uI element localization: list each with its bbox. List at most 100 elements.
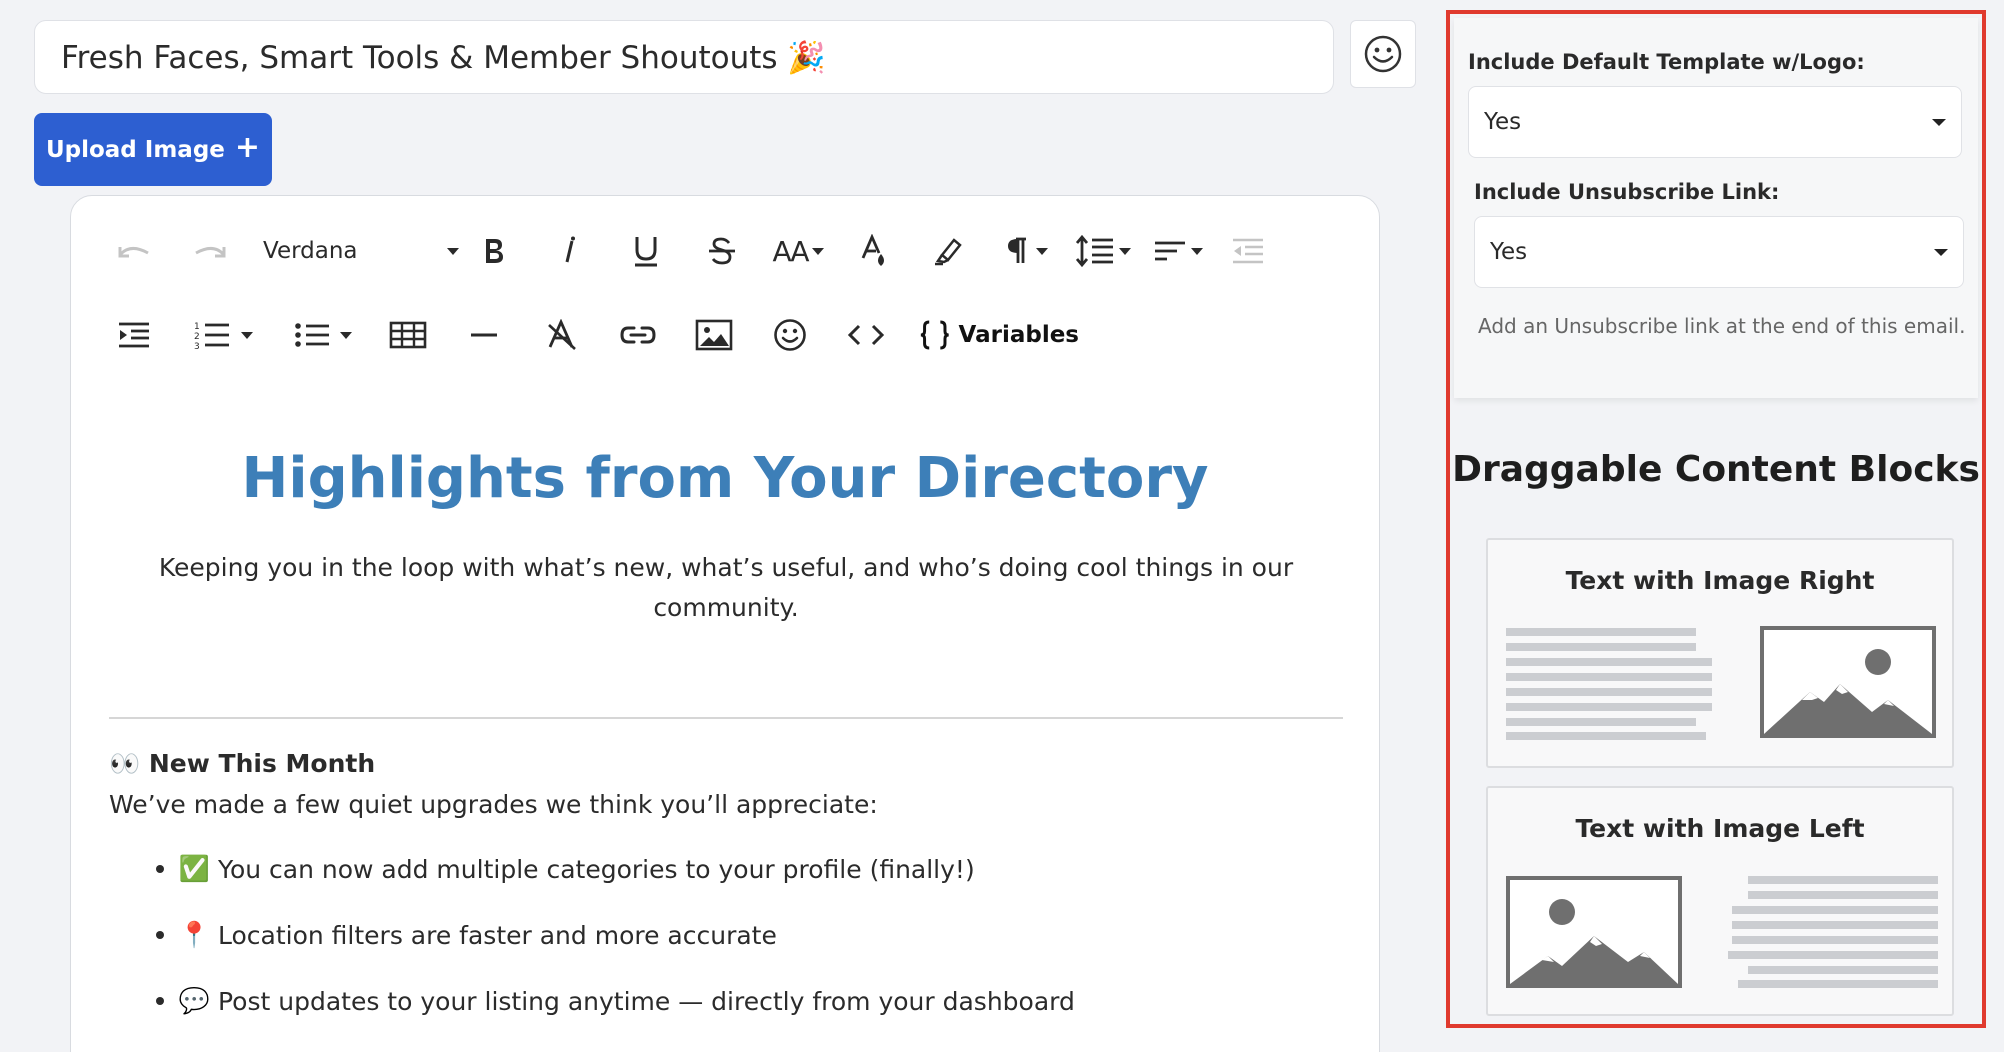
font-family-value: Verdana	[263, 238, 358, 264]
svg-text:3: 3	[194, 342, 200, 350]
text-lines-icon	[1728, 876, 1938, 988]
highlight-button[interactable]	[923, 226, 973, 276]
italic-button[interactable]	[545, 226, 595, 276]
align-button[interactable]	[1145, 226, 1211, 276]
list-item[interactable]: 💬 Post updates to your listing anytime —…	[156, 968, 1075, 1034]
horizontal-rule-button[interactable]	[459, 310, 509, 360]
redo-icon	[195, 247, 226, 258]
unordered-list-icon	[295, 323, 329, 347]
svg-text:1: 1	[194, 322, 200, 332]
undo-button[interactable]	[109, 226, 159, 276]
strikethrough-button[interactable]	[697, 226, 747, 276]
line-height-icon	[1075, 234, 1113, 268]
clear-format-icon	[548, 319, 576, 350]
chevron-down-icon	[1119, 247, 1131, 255]
default-template-select[interactable]: Yes	[1468, 86, 1962, 158]
chevron-down-icon	[1934, 248, 1948, 256]
bold-button[interactable]	[469, 226, 519, 276]
outdent-icon	[1233, 238, 1263, 264]
block-title: Text with Image Left	[1575, 814, 1865, 843]
bullet-list[interactable]: ✅ You can now add multiple categories to…	[156, 836, 1075, 1034]
subject-input[interactable]: Fresh Faces, Smart Tools & Member Shouto…	[34, 20, 1334, 94]
content-intro[interactable]: Keeping you in the loop with what’s new,…	[131, 548, 1321, 628]
emoji-icon	[774, 319, 806, 351]
chevron-down-icon	[811, 247, 824, 255]
bullet-dot	[156, 865, 164, 873]
image-placeholder-icon	[1760, 626, 1936, 738]
right-panel: Include Default Template w/Logo: Yes Inc…	[1446, 10, 1986, 1028]
unsubscribe-value: Yes	[1490, 239, 1528, 265]
default-template-value: Yes	[1484, 109, 1522, 135]
image-placeholder-icon	[1506, 876, 1682, 988]
unsubscribe-help-text: Add an Unsubscribe link at the end of th…	[1478, 314, 1966, 338]
strikethrough-icon	[709, 237, 735, 265]
table-icon	[389, 321, 427, 349]
image-button[interactable]	[689, 310, 739, 360]
outdent-button[interactable]	[1223, 226, 1273, 276]
text-lines-icon	[1506, 628, 1712, 740]
plus-icon: +	[234, 130, 261, 165]
paragraph-icon	[1008, 237, 1026, 263]
font-color-button[interactable]	[849, 226, 899, 276]
redo-button[interactable]	[185, 226, 235, 276]
smiley-icon	[1364, 35, 1402, 73]
table-button[interactable]	[383, 310, 433, 360]
rich-text-editor[interactable]: Verdana AA 123 Variables Highlights from…	[70, 195, 1380, 1052]
chevron-down-icon	[340, 331, 352, 339]
text-size-button[interactable]: AA	[765, 226, 831, 276]
emoji-button[interactable]	[765, 310, 815, 360]
link-icon	[620, 326, 656, 344]
font-family-select[interactable]: Verdana	[263, 226, 459, 276]
list-item-text: Post updates to your listing anytime — d…	[218, 986, 1075, 1016]
content-title[interactable]: Highlights from Your Directory	[71, 446, 1379, 511]
underline-button[interactable]	[621, 226, 671, 276]
paragraph-button[interactable]	[997, 226, 1057, 276]
line-height-button[interactable]	[1071, 226, 1135, 276]
block-text-image-right[interactable]: Text with Image Right	[1486, 538, 1954, 768]
underline-icon	[635, 237, 657, 267]
svg-text:2: 2	[194, 332, 200, 342]
list-item-text: Location filters are faster and more acc…	[218, 920, 777, 950]
unordered-list-button[interactable]	[285, 310, 361, 360]
settings-card: Include Default Template w/Logo: Yes Inc…	[1454, 18, 1978, 398]
ordered-list-button[interactable]: 123	[185, 310, 261, 360]
font-color-icon	[861, 234, 884, 266]
bullet-dot	[156, 931, 164, 939]
pin-icon: 📍	[178, 920, 210, 949]
section-heading-text: New This Month	[148, 749, 376, 778]
chevron-down-icon	[447, 247, 459, 255]
list-item-text: You can now add multiple categories to y…	[218, 854, 975, 884]
list-item[interactable]: ✅ You can now add multiple categories to…	[156, 836, 1075, 902]
ordered-list-icon: 123	[194, 322, 229, 350]
chevron-down-icon	[1036, 247, 1048, 255]
variables-button[interactable]: Variables	[919, 310, 1079, 360]
code-view-icon	[847, 324, 885, 346]
chevron-down-icon	[1932, 118, 1946, 126]
indent-button[interactable]	[109, 310, 159, 360]
undo-icon	[118, 247, 149, 258]
list-item[interactable]: 📍 Location filters are faster and more a…	[156, 902, 1075, 968]
section-heading[interactable]: 👀 New This Month	[109, 749, 375, 779]
bullet-dot	[156, 997, 164, 1005]
bold-icon	[486, 239, 503, 263]
italic-icon	[565, 236, 575, 263]
block-title: Text with Image Right	[1565, 566, 1875, 595]
text-size-icon: AA	[772, 234, 809, 268]
indent-icon	[119, 322, 149, 348]
unsubscribe-select[interactable]: Yes	[1474, 216, 1964, 288]
emoji-picker-button[interactable]	[1350, 20, 1416, 88]
block-text-image-left[interactable]: Text with Image Left	[1486, 786, 1954, 1016]
upload-image-label: Upload Image	[45, 136, 225, 163]
default-template-label: Include Default Template w/Logo:	[1468, 50, 1865, 74]
section-body[interactable]: We’ve made a few quiet upgrades we think…	[109, 790, 878, 819]
eyes-icon: 👀	[109, 749, 141, 778]
unsubscribe-label: Include Unsubscribe Link:	[1474, 180, 1780, 204]
upload-image-button[interactable]: Upload Image +	[34, 113, 272, 186]
highlight-icon	[935, 238, 962, 266]
link-button[interactable]	[613, 310, 663, 360]
align-icon	[1155, 241, 1185, 261]
code-view-button[interactable]	[841, 310, 891, 360]
blocks-heading: Draggable Content Blocks	[1452, 449, 1980, 490]
clear-format-button[interactable]	[537, 310, 587, 360]
image-icon	[695, 319, 733, 351]
